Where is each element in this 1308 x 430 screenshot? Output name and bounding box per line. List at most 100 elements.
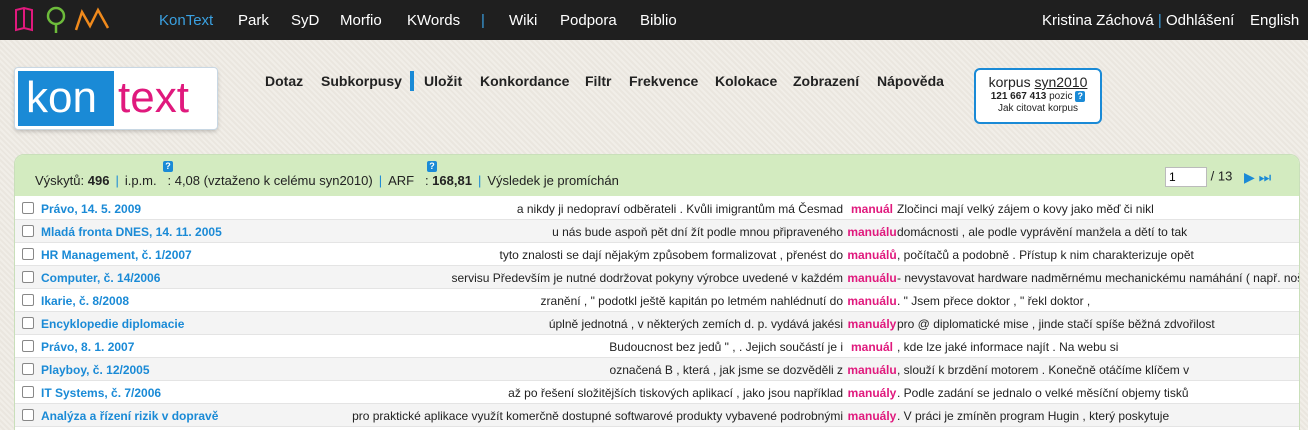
row-reference-link[interactable]: Playboy, č. 12/2005 — [41, 363, 150, 377]
corpus-name-link[interactable]: syn2010 — [1034, 74, 1087, 90]
logo-part-kon: kon — [18, 71, 114, 126]
row-left-context: zranění , " podotkl ještě kapitán po let… — [540, 294, 843, 308]
pagination: / 13 ▶ ⏭ — [1165, 167, 1271, 187]
menu-ulozit[interactable]: Uložit — [424, 73, 462, 89]
row-right-context: pro @ diplomatické mise , jinde stačí sp… — [897, 317, 1215, 331]
row-right-context: domácnosti , ale podle vyprávění manžela… — [897, 225, 1188, 239]
row-left-context: servisu Především je nutné dodržovat pok… — [451, 271, 843, 285]
menu-subkorpusy[interactable]: Subkorpusy — [321, 73, 402, 89]
row-right-context: , počítačů a podobně . Přístup k nim cha… — [897, 248, 1194, 262]
row-keyword[interactable]: manuálu — [847, 225, 897, 239]
corpus-info-box: korpus syn2010 121 667 413 pozic ? Jak c… — [974, 68, 1102, 124]
nav-podpora[interactable]: Podpora — [560, 12, 617, 29]
hits-value: 496 — [87, 173, 110, 188]
nav-syd[interactable]: SyD — [291, 12, 319, 29]
row-left-context: pro praktické aplikace využít komerčně d… — [352, 409, 843, 423]
table-row: Computer, č. 14/2006 servisu Především je… — [15, 266, 1300, 289]
corpus-size: 121 667 413 pozic ? — [976, 91, 1100, 102]
ipm-value: : 4,08 (vztaženo k celému syn2010) — [167, 173, 373, 188]
row-keyword[interactable]: manuálu — [847, 294, 897, 308]
menu-napoveda[interactable]: Nápověda — [877, 73, 944, 89]
row-right-context: . Podle zadání se jednalo o velké měsíčn… — [897, 386, 1189, 400]
row-checkbox[interactable] — [22, 386, 34, 398]
corpus-cite-link[interactable]: Jak citovat korpus — [976, 103, 1100, 114]
menu-zobrazeni[interactable]: Zobrazení — [793, 73, 859, 89]
row-checkbox[interactable] — [22, 409, 34, 421]
nav-separator: | — [481, 12, 485, 29]
table-row: HR Management, č. 1/2007 tyto znalosti se… — [15, 243, 1299, 266]
row-keyword[interactable]: manuály — [847, 317, 897, 331]
row-right-context: , kde lze jaké informace najít . Na webu… — [897, 340, 1119, 354]
page-number-input[interactable] — [1165, 167, 1207, 187]
row-checkbox[interactable] — [22, 317, 34, 329]
stats-separator: | — [115, 173, 119, 188]
user-separator: | — [1153, 12, 1166, 29]
cnk-logo-icon[interactable] — [14, 6, 114, 34]
row-keyword[interactable]: manuálu — [847, 363, 897, 377]
table-row: Právo, 14. 5. 2009 a nikdy ji nedopraví o… — [15, 197, 1299, 220]
row-checkbox[interactable] — [22, 340, 34, 352]
stats-separator: | — [477, 173, 482, 188]
concordance-panel: ? ? Výskytů: 496 | i.p.m. : 4,08 (vztaženo… — [14, 154, 1300, 430]
menu-konkordance[interactable]: Konkordance — [480, 73, 569, 89]
concordance-rows: Právo, 14. 5. 2009 a nikdy ji nedopraví o… — [15, 197, 1300, 427]
nav-kwords[interactable]: KWords — [407, 12, 460, 29]
row-left-context: a nikdy ji nedopraví odběrateli . Kvůli … — [516, 202, 843, 216]
arf-value: 168,81 — [432, 173, 472, 188]
row-keyword[interactable]: manuál — [847, 340, 897, 354]
kontext-logo[interactable]: kon text — [15, 68, 217, 129]
ipm-label: i.p.m. — [124, 173, 157, 188]
row-keyword[interactable]: manuály — [847, 386, 897, 400]
row-reference-link[interactable]: IT Systems, č. 7/2006 — [41, 386, 161, 400]
row-left-context: Budoucnost bez jedů " , . Jejich součást… — [609, 340, 843, 354]
corpus-help-icon[interactable]: ? — [1075, 91, 1086, 102]
row-right-context: , slouží k brzdění motorem . Konečně otá… — [897, 363, 1190, 377]
menu-divider — [410, 71, 414, 91]
row-checkbox[interactable] — [22, 294, 34, 306]
row-right-context: Zločinci mají velký zájem o kovy jako mě… — [897, 202, 1154, 216]
nav-morfio[interactable]: Morfio — [340, 12, 382, 29]
row-left-context: označená B , která , jak jsme se dozvědě… — [609, 363, 843, 377]
ipm-help-icon[interactable]: ? — [163, 161, 173, 172]
nav-park[interactable]: Park — [238, 12, 269, 29]
row-right-context: . " Jsem přece doktor , " řekl doktor , — [897, 294, 1091, 308]
logout-link[interactable]: Odhlášení — [1166, 12, 1234, 29]
language-switch[interactable]: English — [1250, 12, 1299, 29]
menu-dotaz[interactable]: Dotaz — [265, 73, 303, 89]
row-checkbox[interactable] — [22, 225, 34, 237]
page-total: / 13 — [1210, 168, 1233, 184]
row-right-context: . V práci je zmíněn program Hugin , kter… — [897, 409, 1170, 423]
nav-kontext[interactable]: KonText — [159, 12, 213, 29]
row-reference-link[interactable]: Ikarie, č. 8/2008 — [41, 294, 129, 308]
row-reference-link[interactable]: HR Management, č. 1/2007 — [41, 248, 192, 262]
shuffled-status: Výsledek je promíchán — [487, 173, 619, 188]
hits-label: Výskytů: — [35, 173, 85, 188]
row-left-context: tyto znalosti se dají nějakým způsobem f… — [499, 248, 844, 262]
row-keyword[interactable]: manuálů — [847, 248, 897, 262]
user-name[interactable]: Kristina Záchová — [1042, 12, 1154, 29]
row-right-context: - nevystavovat hardware nadměrnému mecha… — [897, 271, 1300, 285]
row-reference-link[interactable]: Analýza a řízení rizik v dopravě — [41, 409, 218, 423]
menu-frekvence[interactable]: Frekvence — [629, 73, 698, 89]
row-reference-link[interactable]: Právo, 8. 1. 2007 — [41, 340, 134, 354]
row-reference-link[interactable]: Computer, č. 14/2006 — [41, 271, 160, 285]
nav-biblio[interactable]: Biblio — [640, 12, 677, 29]
stats-separator: | — [378, 173, 383, 188]
row-keyword[interactable]: manuál — [847, 202, 897, 216]
row-keyword[interactable]: manuály — [847, 409, 897, 423]
row-checkbox[interactable] — [22, 248, 34, 260]
row-left-context: úplně jednotná , v některých zemích d. p… — [548, 317, 843, 331]
nav-wiki[interactable]: Wiki — [509, 12, 537, 29]
menu-kolokace[interactable]: Kolokace — [715, 73, 777, 89]
row-checkbox[interactable] — [22, 271, 34, 283]
arf-help-icon[interactable]: ? — [427, 161, 437, 172]
row-checkbox[interactable] — [22, 363, 34, 375]
row-keyword[interactable]: manuálu — [847, 271, 897, 285]
row-reference-link[interactable]: Právo, 14. 5. 2009 — [41, 202, 141, 216]
next-last-page-buttons[interactable]: ▶ ⏭ — [1244, 169, 1271, 186]
row-checkbox[interactable] — [22, 202, 34, 214]
row-reference-link[interactable]: Encyklopedie diplomacie — [41, 317, 184, 331]
corpus-size-value: 121 667 413 — [990, 91, 1047, 102]
row-reference-link[interactable]: Mladá fronta DNES, 14. 11. 2005 — [41, 225, 222, 239]
menu-filtr[interactable]: Filtr — [585, 73, 611, 89]
